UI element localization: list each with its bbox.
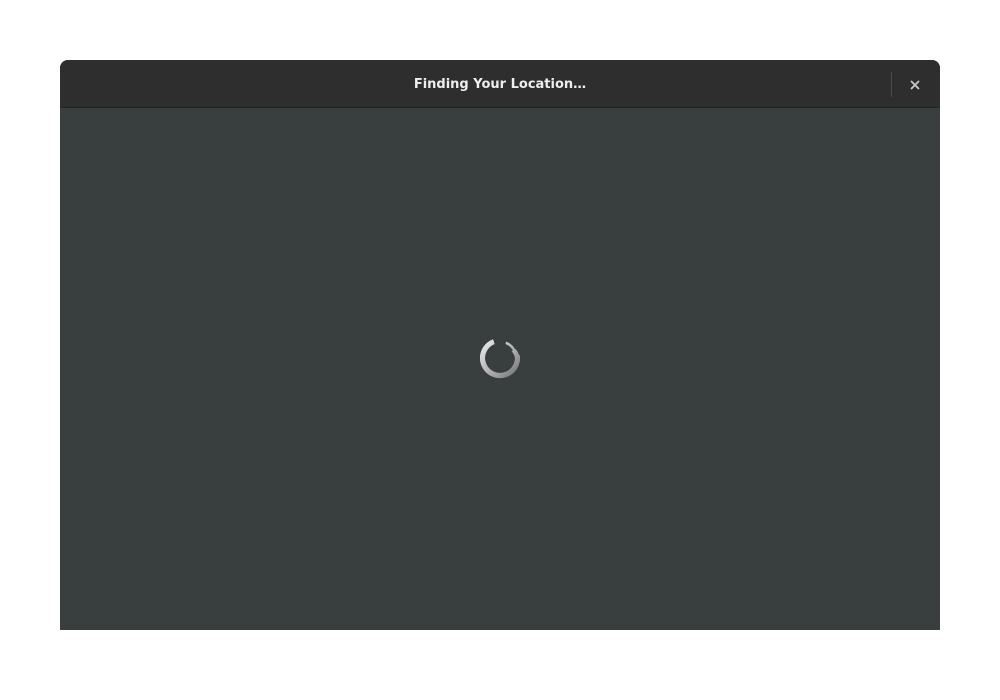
header-bar: Finding Your Location… <box>60 60 940 108</box>
window-title: Finding Your Location… <box>413 77 587 92</box>
close-icon <box>910 80 920 90</box>
header-separator <box>891 72 892 97</box>
location-dialog: Finding Your Location… <box>60 60 940 630</box>
loading-spinner-icon <box>480 336 522 379</box>
content-area <box>60 108 940 630</box>
close-button[interactable] <box>902 72 928 98</box>
